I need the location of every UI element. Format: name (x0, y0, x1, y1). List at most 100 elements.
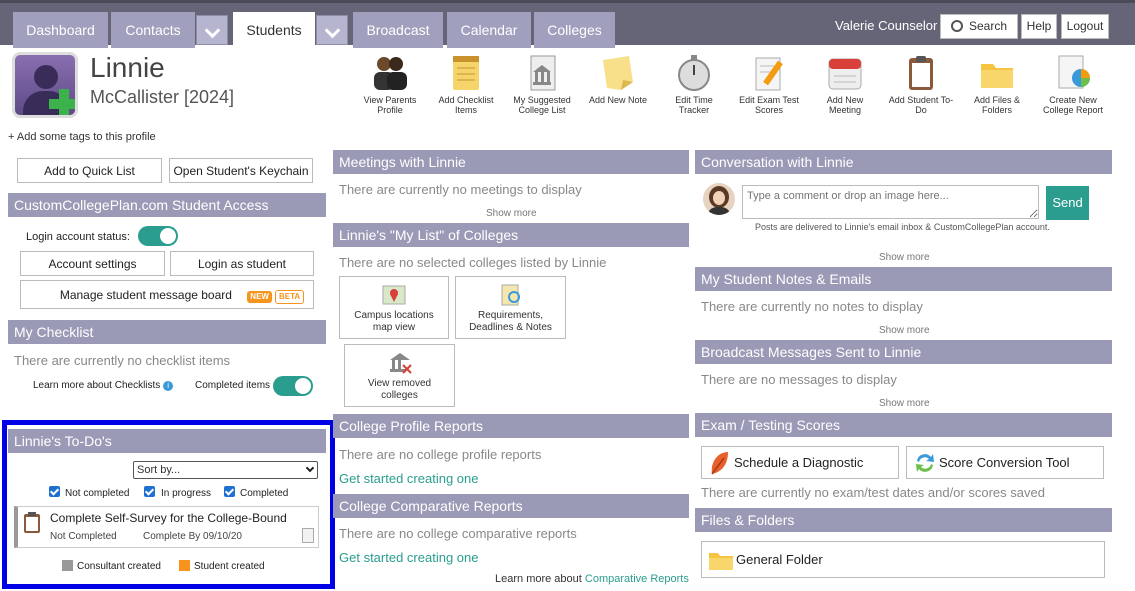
parents-icon (371, 54, 409, 92)
todo-item[interactable]: Complete Self-Survey for the College-Bou… (14, 506, 319, 548)
account-settings-button[interactable]: Account settings (20, 251, 165, 276)
toolbar-label: Edit Time Tracker (675, 95, 713, 115)
profile-reports-get-started-link[interactable]: Get started creating one (339, 471, 478, 486)
broadcast-empty-text: There are no messages to display (701, 372, 897, 387)
open-keychain-button[interactable]: Open Student's Keychain (169, 158, 313, 183)
notes-header: My Student Notes & Emails (695, 267, 1112, 291)
tab-contacts[interactable]: Contacts (111, 12, 195, 48)
not-completed-label: Not completed (65, 488, 130, 499)
folder-icon (709, 553, 733, 570)
tab-colleges[interactable]: Colleges (534, 12, 615, 48)
requirements-tile[interactable]: Requirements, Deadlines & Notes (455, 276, 566, 339)
consultant-legend-swatch (62, 560, 73, 571)
top-nav-bar: Dashboard Contacts Students Broadcast Ca… (0, 0, 1135, 48)
student-first-name: Linnie (90, 52, 165, 83)
toolbar-label: Add Checklist Items (438, 95, 494, 115)
leaf-icon (711, 452, 728, 475)
completed-items-toggle[interactable] (273, 376, 313, 396)
student-access-header: CustomCollegePlan.com Student Access (8, 193, 326, 217)
not-completed-checkbox[interactable] (49, 486, 60, 497)
consultant-legend-label: Consultant created (77, 561, 161, 572)
checklist-empty-text: There are currently no checklist items (14, 353, 231, 368)
document-icon[interactable] (302, 528, 314, 543)
score-conversion-button[interactable]: Score Conversion Tool (906, 446, 1104, 479)
logout-button[interactable]: Logout (1061, 14, 1109, 39)
learn-checklists-label: Learn more about Checklists (33, 380, 161, 391)
chevron-down-icon (305, 463, 315, 473)
meetings-header: Meetings with Linnie (333, 150, 689, 174)
toolbar-suggested-colleges[interactable]: My Suggested College List (508, 54, 576, 115)
toolbar-add-checklist[interactable]: Add Checklist Items (432, 54, 500, 115)
todo-header: Linnie's To-Do's (8, 429, 326, 453)
toolbar-time-tracker[interactable]: Edit Time Tracker (660, 54, 728, 115)
comparative-reports-link[interactable]: Comparative Reports (585, 573, 689, 585)
broadcast-messages-header: Broadcast Messages Sent to Linnie (695, 340, 1112, 364)
conversation-show-more[interactable]: Show more (879, 252, 930, 263)
sticky-note-icon (599, 54, 637, 92)
meetings-show-more[interactable]: Show more (486, 208, 537, 219)
comment-input[interactable] (742, 185, 1039, 219)
help-button[interactable]: Help (1021, 14, 1057, 39)
send-button[interactable]: Send (1046, 186, 1089, 220)
sort-by-select[interactable]: Sort by... (133, 461, 318, 479)
requirements-label: Requirements, Deadlines & Notes (469, 310, 552, 333)
student-avatar[interactable] (12, 52, 78, 118)
toolbar-view-parents[interactable]: View Parents Profile (356, 54, 424, 115)
student-legend-label: Student created (194, 561, 265, 572)
students-dropdown-chevron-icon[interactable] (316, 15, 348, 45)
convert-arrows-icon (916, 454, 934, 472)
tab-students[interactable]: Students (233, 12, 315, 48)
removed-colleges-tile[interactable]: View removed colleges (344, 344, 455, 407)
tab-dashboard[interactable]: Dashboard (13, 12, 108, 48)
comparative-reports-header: College Comparative Reports (333, 494, 689, 518)
profile-reports-empty-text: There are no college profile reports (339, 447, 542, 462)
message-board-label: Manage student message board (59, 288, 232, 302)
delivered-note: Posts are delivered to Linnie's email in… (755, 222, 1050, 232)
notes-show-more[interactable]: Show more (879, 325, 930, 336)
toolbar-edit-exam[interactable]: Edit Exam Test Scores (735, 54, 803, 115)
learn-checklists-link[interactable]: Learn more about Checklists i (33, 380, 174, 391)
todo-item-status: Not Completed (50, 531, 117, 542)
in-progress-label: In progress (161, 488, 212, 499)
add-to-quick-list-button[interactable]: Add to Quick List (17, 158, 162, 183)
magnifier-document-icon (501, 284, 520, 306)
college-removed-icon (389, 353, 412, 374)
toolbar-create-report[interactable]: Create New College Report (1039, 54, 1107, 115)
completed-label: Completed (240, 488, 289, 499)
search-button[interactable]: Search (940, 14, 1018, 39)
login-as-student-button[interactable]: Login as student (170, 251, 314, 276)
campus-map-label: Campus locations map view (354, 310, 434, 333)
clipboard-icon (902, 54, 940, 92)
broadcast-show-more[interactable]: Show more (879, 398, 930, 409)
schedule-diagnostic-button[interactable]: Schedule a Diagnostic (701, 446, 899, 479)
completed-checkbox[interactable] (224, 486, 235, 497)
beta-badge: BETA (274, 290, 305, 304)
comparative-reports-get-started-link[interactable]: Get started creating one (339, 550, 478, 565)
profile-reports-header: College Profile Reports (333, 414, 689, 438)
todo-item-title: Complete Self-Survey for the College-Bou… (50, 511, 287, 525)
toolbar-add-meeting[interactable]: Add New Meeting (811, 54, 879, 115)
toolbar-add-note[interactable]: Add New Note (584, 54, 652, 105)
info-icon: i (163, 381, 174, 391)
notes-empty-text: There are currently no notes to display (701, 299, 923, 314)
toolbar-add-files[interactable]: Add Files & Folders (963, 54, 1031, 115)
conversation-header: Conversation with Linnie (695, 150, 1112, 174)
meetings-empty-text: There are currently no meetings to displ… (339, 182, 582, 197)
toolbar-label: Add New Meeting (826, 95, 864, 115)
counselor-avatar (703, 183, 735, 215)
login-status-toggle[interactable] (138, 226, 178, 246)
toolbar-label: View Parents Profile (363, 95, 417, 115)
campus-map-tile[interactable]: Campus locations map view (339, 276, 449, 339)
tab-broadcast[interactable]: Broadcast (353, 12, 443, 48)
folder-icon (978, 54, 1016, 92)
contacts-dropdown-chevron-icon[interactable] (196, 15, 228, 45)
toolbar-add-todo[interactable]: Add Student To-Do (887, 54, 955, 115)
add-tags-link[interactable]: + Add some tags to this profile (8, 131, 156, 143)
general-folder-button[interactable]: General Folder (701, 541, 1105, 578)
in-progress-checkbox[interactable] (144, 486, 155, 497)
tab-calendar[interactable]: Calendar (447, 12, 531, 48)
student-last-name: McCallister [2024] (90, 87, 235, 107)
search-label: Search (968, 19, 1008, 33)
my-checklist-header: My Checklist (8, 320, 326, 344)
manage-message-board-button[interactable]: Manage student message board NEW BETA (20, 280, 314, 309)
